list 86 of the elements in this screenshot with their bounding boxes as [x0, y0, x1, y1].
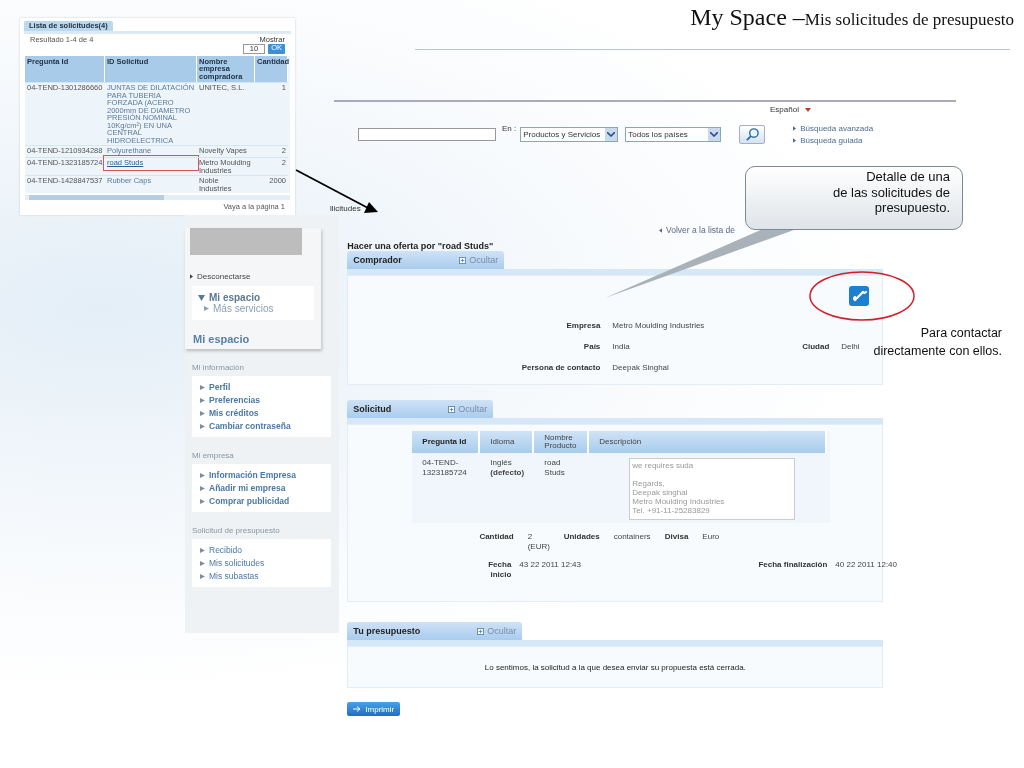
- search-button[interactable]: [739, 125, 766, 144]
- bullet-icon: [200, 498, 205, 504]
- sidebar-link[interactable]: Mis subastas: [209, 571, 259, 581]
- field-value: 2 (EUR): [527, 532, 550, 553]
- search-icon: [744, 127, 760, 142]
- sidebar-link[interactable]: Preferencias: [209, 395, 261, 405]
- search-link[interactable]: Búsqueda guiada: [800, 136, 863, 145]
- field-value: 43 22 2011 12:43: [519, 559, 582, 569]
- section-tab[interactable]: Solicitud Ocultar: [347, 400, 494, 418]
- field-label: Fecha inicio: [487, 559, 512, 581]
- section-tab[interactable]: Tu presupuesto Ocultar: [347, 622, 523, 640]
- logout-link[interactable]: Desconectarse: [197, 272, 251, 281]
- field-value: India: [612, 342, 631, 351]
- sidebar-heading: Mi espacio: [193, 333, 251, 345]
- field-label: Empresa: [565, 321, 601, 330]
- column-header: Idioma: [480, 431, 535, 453]
- caret-icon[interactable]: [804, 107, 811, 112]
- bullet-icon: [200, 423, 205, 429]
- search-link[interactable]: Búsqueda avanzada: [800, 124, 874, 133]
- back-arrow-icon: [659, 227, 662, 233]
- horizontal-scrollbar[interactable]: [25, 195, 290, 200]
- field-label: Fecha finalización: [757, 559, 828, 569]
- table-cell-text: road Studs: [543, 457, 566, 480]
- sidebar-link[interactable]: Información Empresa: [209, 470, 296, 480]
- bullet-icon: [200, 472, 205, 478]
- table-cell-text: 04-TEND-1323185724: [421, 457, 468, 480]
- field-label: Cantidad: [479, 532, 514, 541]
- sidebar-link[interactable]: Mis solicitudes: [209, 558, 265, 568]
- sidebar-link[interactable]: Comprar publicidad: [209, 496, 290, 506]
- menu-item[interactable]: Más servicios: [213, 303, 274, 314]
- chevron-icon: [710, 132, 719, 137]
- field-label: Ciudad: [801, 342, 830, 351]
- group-title: Solicitud de presupuesto: [192, 526, 281, 535]
- field-value: 40 22 2011 12:40: [835, 559, 898, 569]
- field-label: País: [582, 342, 601, 351]
- sidebar-link[interactable]: Añadir mi empresa: [209, 483, 286, 493]
- field-label: Persona de contacto: [520, 363, 601, 372]
- print-button[interactable]: Imprimir: [347, 702, 401, 716]
- expand-icon: [448, 405, 456, 413]
- bullet-icon: [200, 573, 205, 579]
- bullet-icon: [200, 410, 205, 416]
- group-title: Mi información: [192, 363, 245, 372]
- description-field[interactable]: we requires suda Regards, Deepak singhal Metro Moulding Industries Tel. +91-11-25283829: [629, 458, 796, 520]
- field-value: Deepak Singhal: [612, 363, 670, 372]
- category-select[interactable]: Productos y Servicios: [520, 127, 619, 142]
- caret-icon: [198, 294, 205, 301]
- sidebar-link[interactable]: Recibido: [209, 545, 243, 555]
- sidebar-link[interactable]: Perfil: [209, 382, 231, 392]
- sidebar-link[interactable]: Mis créditos: [209, 408, 259, 418]
- bullet-icon: [200, 397, 205, 403]
- callout: Detalle de una de las solicitudes de presupuesto.: [745, 166, 963, 230]
- bullet-icon: [793, 138, 797, 143]
- bullet-icon: [200, 485, 205, 491]
- offer-title: Hacer una oferta por "road Studs": [347, 241, 495, 251]
- column-header: Pregunta Id: [412, 431, 481, 453]
- bullet-icon: [204, 306, 209, 311]
- bullet-icon: [793, 126, 797, 131]
- closed-message: Lo sentimos, la solicitud a la que desea enviar su propuesta está cerrada.: [484, 662, 746, 672]
- country-select[interactable]: Todos los países: [625, 127, 722, 142]
- field-label: Unidades: [563, 532, 600, 541]
- search-field[interactable]: [358, 128, 496, 141]
- expand-icon: [459, 256, 467, 264]
- breadcrumb[interactable]: llicitudes: [330, 204, 361, 213]
- section-tab[interactable]: Comprador Ocultar: [347, 251, 505, 269]
- sidebar-link[interactable]: Cambiar contraseña: [209, 421, 291, 431]
- bullet-icon: [200, 560, 205, 566]
- annotation-text: Para contactar directamente con ellos.: [873, 325, 1002, 360]
- back-link[interactable]: Volver a la lista de: [666, 225, 735, 235]
- field-value: Metro Moulding Industries: [612, 321, 706, 330]
- slide-title: My Space –Mis solicitudes de presupuesto: [690, 4, 1014, 31]
- language-selector[interactable]: Español: [770, 105, 799, 114]
- column-header: Descripción: [589, 431, 828, 453]
- field-value: containers: [613, 532, 651, 541]
- bullet-icon: [200, 547, 205, 553]
- menu-title[interactable]: Mi espacio: [209, 292, 261, 303]
- table-cell-text: Inglés (defecto): [489, 457, 526, 480]
- arrow-icon: [353, 706, 362, 712]
- search-in-label: En :: [502, 124, 517, 133]
- chevron-icon: [607, 132, 616, 137]
- field-value: Euro: [702, 532, 720, 541]
- group-title: Mi empresa: [192, 451, 235, 460]
- field-label: Divisa: [664, 532, 689, 541]
- expand-icon: [477, 627, 485, 635]
- column-header: Nombre Producto: [534, 431, 590, 453]
- bullet-icon: [190, 274, 193, 279]
- bullet-icon: [200, 384, 205, 390]
